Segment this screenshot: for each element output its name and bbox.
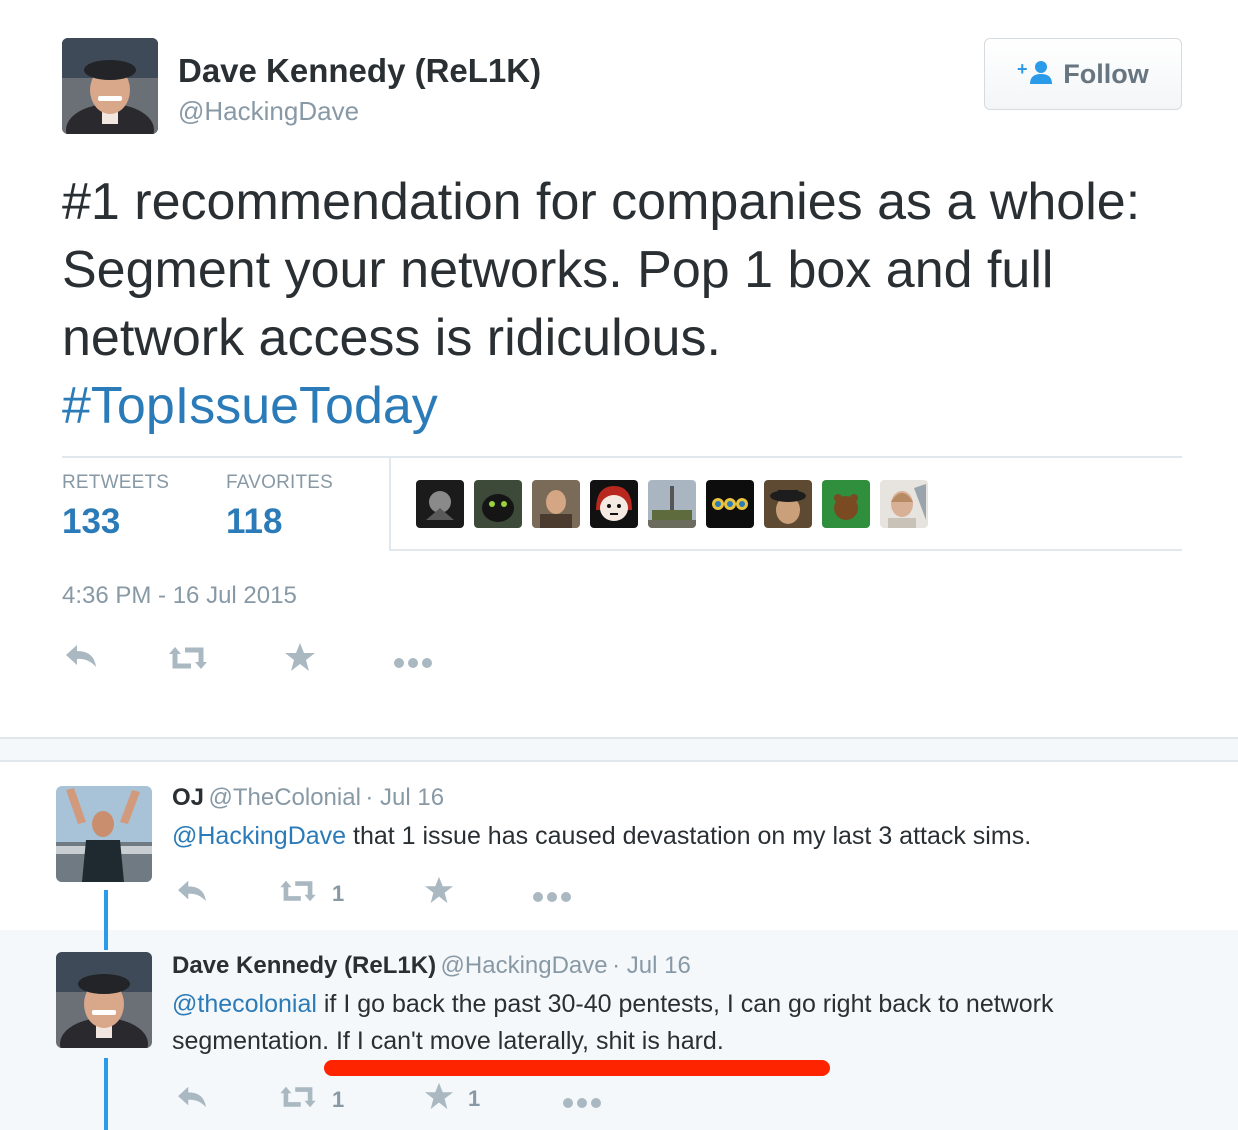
author-handle[interactable]: @HackingDave	[178, 96, 359, 127]
reply-body-line2: segmentation. If I can't move laterally,…	[172, 1027, 724, 1055]
favorite-star-icon	[424, 1082, 454, 1116]
divider	[389, 549, 1182, 551]
retweet-count: 1	[332, 1087, 345, 1112]
favorites-stat[interactable]: FAVORITES 118	[226, 472, 333, 542]
favorites-count: 118	[226, 502, 283, 541]
more-button[interactable]	[532, 884, 572, 910]
favorites-label: FAVORITES	[226, 472, 334, 493]
favoriter-avatar[interactable]	[590, 480, 638, 528]
favorite-button[interactable]	[424, 876, 454, 910]
favorite-count: 1	[468, 1086, 481, 1111]
retweet-button[interactable]: 1	[278, 1084, 344, 1116]
favoriter-avatar[interactable]	[706, 480, 754, 528]
retweet-icon	[167, 644, 209, 678]
reply-icon	[64, 642, 98, 676]
reply-header: OJ @TheColonial · Jul 16	[172, 784, 444, 812]
reply-mention[interactable]: @thecolonial	[172, 990, 317, 1018]
reply-avatar[interactable]	[56, 786, 152, 882]
hashtag-link[interactable]: #TopIssueToday	[62, 377, 438, 435]
follow-button[interactable]: + Follow	[984, 38, 1182, 110]
retweet-button[interactable]: 1	[278, 878, 344, 910]
favoriter-avatar[interactable]	[764, 480, 812, 528]
favoriter-avatar[interactable]	[822, 480, 870, 528]
favoriter-avatar[interactable]	[532, 480, 580, 528]
more-dots-icon	[532, 884, 572, 910]
author-name[interactable]: Dave Kennedy (ReL1K)	[178, 52, 541, 90]
favorite-button[interactable]: 1	[424, 1082, 480, 1116]
reply-header: Dave Kennedy (ReL1K) @HackingDave · Jul …	[172, 952, 691, 980]
more-dots-icon	[393, 650, 433, 676]
annotation-underline	[324, 1060, 830, 1076]
favoriter-avatar[interactable]	[416, 480, 464, 528]
reply-author-handle[interactable]: @TheColonial	[208, 784, 360, 811]
favorite-star-icon	[284, 642, 316, 678]
stats-separator	[389, 458, 391, 550]
tweet-timestamp[interactable]: 4:36 PM - 16 Jul 2015	[62, 582, 297, 610]
svg-text:+: +	[1017, 59, 1028, 79]
reply-date[interactable]: · Jul 16	[612, 952, 691, 979]
more-button[interactable]	[393, 650, 433, 676]
retweet-icon	[278, 1084, 318, 1116]
reply-body: that 1 issue has caused devastation on m…	[346, 822, 1032, 850]
reply-text: @thecolonial if I go back the past 30-40…	[172, 986, 1222, 1060]
retweet-icon	[278, 878, 318, 910]
more-button[interactable]	[562, 1090, 602, 1116]
reply-author-name[interactable]: Dave Kennedy (ReL1K)	[172, 952, 436, 979]
reply-mention[interactable]: @HackingDave	[172, 822, 346, 850]
retweet-count: 1	[332, 881, 345, 906]
reply-icon	[176, 1084, 208, 1116]
favoriter-avatar[interactable]	[474, 480, 522, 528]
favoriter-avatars	[416, 480, 928, 528]
reply-text: @HackingDave that 1 issue has caused dev…	[172, 818, 1212, 855]
retweet-button[interactable]	[167, 644, 209, 678]
follow-button-label: Follow	[1063, 58, 1149, 89]
favoriter-avatar[interactable]	[648, 480, 696, 528]
tweet-text: #1 recommendation for companies as a who…	[62, 168, 1182, 440]
retweets-label: RETWEETS	[62, 472, 170, 493]
reply-author-handle[interactable]: @HackingDave	[441, 952, 608, 979]
reply-avatar[interactable]	[56, 952, 152, 1048]
reply-date[interactable]: · Jul 16	[365, 784, 444, 811]
thread-line	[104, 890, 108, 950]
more-dots-icon	[562, 1090, 602, 1116]
divider	[62, 456, 1182, 458]
favorite-button[interactable]	[284, 642, 316, 678]
retweets-stat[interactable]: RETWEETS 133	[62, 472, 169, 542]
reply-button[interactable]	[64, 642, 98, 676]
favorite-star-icon	[424, 876, 454, 910]
reply-button[interactable]	[176, 1084, 208, 1116]
tweet-body: #1 recommendation for companies as a who…	[62, 173, 1141, 367]
add-user-icon: +	[1017, 59, 1053, 90]
reply-button[interactable]	[176, 878, 208, 910]
section-separator	[0, 737, 1238, 762]
reply-author-name[interactable]: OJ	[172, 784, 204, 811]
favoriter-avatar[interactable]	[880, 480, 928, 528]
retweets-count: 133	[62, 502, 121, 541]
thread-line	[104, 1058, 108, 1130]
reply-icon	[176, 878, 208, 910]
author-avatar[interactable]	[62, 38, 158, 134]
reply-body-line1: if I go back the past 30-40 pentests, I …	[316, 990, 1054, 1018]
